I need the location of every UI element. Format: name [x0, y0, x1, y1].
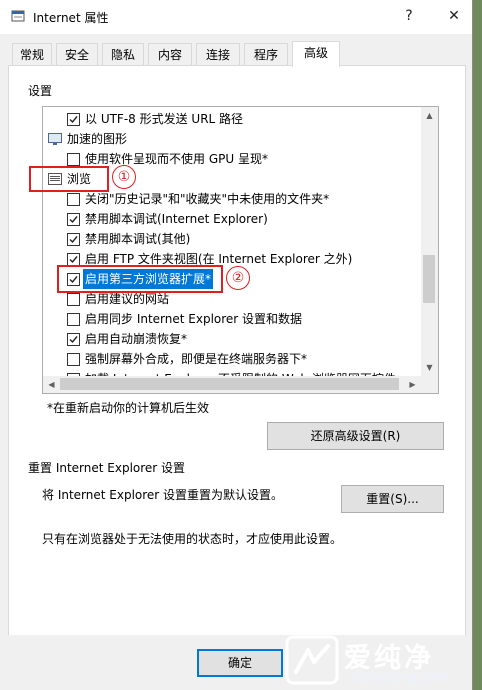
- annotation-number-two: ②: [226, 266, 250, 290]
- help-button[interactable]: ?: [395, 4, 423, 28]
- checkbox[interactable]: [67, 213, 80, 226]
- tab-content[interactable]: 内容: [148, 43, 192, 66]
- reset-button[interactable]: 重置(S)...: [341, 485, 444, 513]
- checkbox[interactable]: [67, 193, 80, 206]
- tab-advanced[interactable]: 高级: [292, 41, 340, 67]
- setting-label: 禁用脚本调试(Internet Explorer): [85, 212, 268, 226]
- annotation-number-one: ①: [112, 165, 136, 189]
- setting-label: 强制屏幕外合成，即便是在终端服务器下*: [85, 352, 308, 366]
- horizontal-scrollbar[interactable]: ◀ ▶: [43, 376, 438, 393]
- vertical-scrollbar[interactable]: ▲ ▼: [421, 107, 438, 376]
- watermark: 爱纯净 aichunjing.com: [284, 630, 482, 690]
- display-icon: [48, 133, 62, 145]
- list-item[interactable]: 禁用脚本调试(其他): [43, 229, 421, 249]
- checkbox[interactable]: [67, 233, 80, 246]
- restore-advanced-settings-button[interactable]: 还原高级设置(R): [267, 422, 444, 450]
- list-item[interactable]: 以 UTF-8 形式发送 URL 路径: [43, 109, 421, 129]
- close-button[interactable]: ✕: [440, 4, 468, 28]
- setting-label: 启用自动崩溃恢复*: [85, 332, 188, 346]
- tab-general[interactable]: 常规: [12, 43, 52, 66]
- scroll-left-icon[interactable]: ◀: [43, 376, 60, 393]
- tab-privacy[interactable]: 隐私: [102, 43, 144, 66]
- tab-security[interactable]: 安全: [56, 43, 98, 66]
- list-item[interactable]: 加速的图形: [43, 129, 421, 149]
- window-title: Internet 属性: [33, 11, 109, 25]
- group-label: 加速的图形: [67, 132, 128, 146]
- checkbox[interactable]: [67, 293, 80, 306]
- tab-programs[interactable]: 程序: [244, 43, 288, 66]
- title-bar: Internet 属性 ? ✕: [0, 0, 472, 34]
- setting-label: 关闭"历史记录"和"收藏夹"中未使用的文件夹*: [85, 192, 330, 206]
- horizontal-scroll-thumb[interactable]: [60, 378, 399, 390]
- restart-note: *在重新启动你的计算机后生效: [47, 401, 210, 415]
- checkbox[interactable]: [67, 313, 80, 326]
- tab-strip: 常规 安全 隐私 内容 连接 程序 高级: [8, 41, 464, 67]
- settings-tree[interactable]: 以 UTF-8 形式发送 URL 路径 加速的图形 使用软件呈现而不使用 GPU…: [42, 106, 439, 394]
- annotation-box-browsing: [29, 166, 109, 192]
- checkbox[interactable]: [67, 333, 80, 346]
- annotation-box-extension: [57, 265, 223, 293]
- setting-label: 启用同步 Internet Explorer 设置和数据: [85, 312, 303, 326]
- scroll-down-icon[interactable]: ▼: [421, 359, 438, 376]
- reset-group-title: 重置 Internet Explorer 设置: [28, 461, 186, 475]
- scroll-up-icon[interactable]: ▲: [421, 107, 438, 124]
- list-item[interactable]: 强制屏幕外合成，即便是在终端服务器下*: [43, 349, 421, 369]
- list-item[interactable]: 禁用脚本调试(Internet Explorer): [43, 209, 421, 229]
- ok-button[interactable]: 确定: [197, 649, 283, 677]
- list-item[interactable]: 启用自动崩溃恢复*: [43, 329, 421, 349]
- brand-logo-icon: [285, 635, 339, 685]
- checkbox[interactable]: [67, 113, 80, 126]
- checkbox[interactable]: [67, 353, 80, 366]
- settings-label: 设置: [28, 84, 53, 98]
- list-item[interactable]: 启用同步 Internet Explorer 设置和数据: [43, 309, 421, 329]
- internet-options-icon: [11, 10, 25, 22]
- scroll-right-icon[interactable]: ▶: [404, 376, 421, 393]
- internet-properties-window: Internet 属性 ? ✕ 常规 安全 隐私 内容 连接 程序 高级 设置 …: [0, 0, 473, 690]
- vertical-scroll-thumb[interactable]: [423, 255, 435, 303]
- watermark-url: aichunjing.com: [350, 670, 450, 685]
- reset-description: 将 Internet Explorer 设置重置为默认设置。: [42, 488, 284, 502]
- tab-connections[interactable]: 连接: [196, 43, 240, 66]
- setting-label: 使用软件呈现而不使用 GPU 呈现*: [85, 152, 268, 166]
- list-item[interactable]: 关闭"历史记录"和"收藏夹"中未使用的文件夹*: [43, 189, 421, 209]
- reset-warning: 只有在浏览器处于无法使用的状态时，才应使用此设置。: [42, 532, 343, 546]
- setting-label: 以 UTF-8 形式发送 URL 路径: [85, 112, 244, 126]
- setting-label: 禁用脚本调试(其他): [85, 232, 191, 246]
- checkbox[interactable]: [67, 153, 80, 166]
